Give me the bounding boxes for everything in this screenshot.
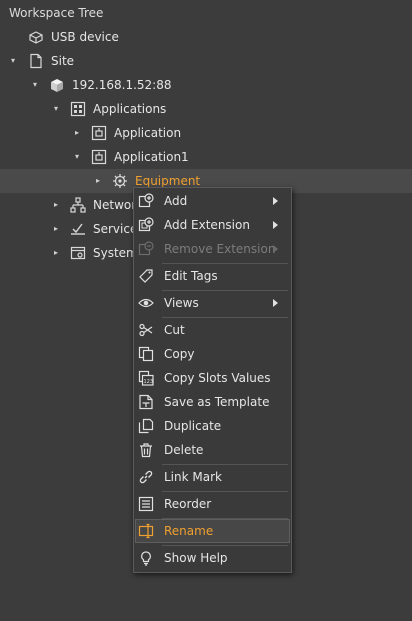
network-icon [70, 197, 86, 213]
system-icon [70, 246, 86, 260]
menu-label-cut: Cut [164, 323, 185, 337]
add-extension-icon [138, 217, 154, 232]
tree-label-application: Application [114, 126, 182, 140]
expanded-caret-icon[interactable]: ▾ [52, 105, 60, 113]
tree-item-host[interactable]: ▾ 192.168.1.52:88 [0, 73, 412, 97]
menu-item-save-as-template[interactable]: Save as Template [135, 390, 290, 414]
menu-label-add: Add [164, 194, 188, 208]
menu-item-rename[interactable]: Rename [135, 519, 290, 543]
menu-item-reorder[interactable]: Reorder [135, 492, 290, 516]
menu-item-remove-extension: Remove Extension [135, 237, 290, 261]
submenu-arrow-icon [273, 245, 278, 253]
menu-label-save-as-template: Save as Template [164, 395, 270, 409]
menu-item-copy-slots-values[interactable]: 123 Copy Slots Values [135, 366, 290, 390]
tree-item-site[interactable]: ▾ Site [0, 49, 412, 73]
file-icon [30, 53, 42, 69]
tree-label-usb-device: USB device [51, 30, 119, 44]
menu-item-show-help[interactable]: Show Help [135, 546, 290, 570]
tag-icon [139, 269, 153, 283]
duplicate-icon [138, 418, 154, 434]
reorder-icon [138, 496, 154, 512]
menu-label-link-mark: Link Mark [164, 470, 222, 484]
rename-icon [138, 523, 154, 539]
menu-label-duplicate: Duplicate [164, 419, 222, 433]
menu-label-delete: Delete [164, 443, 204, 457]
copy-values-icon: 123 [138, 370, 154, 386]
menu-label-reorder: Reorder [164, 497, 212, 511]
usb-device-icon [29, 31, 43, 44]
menu-item-edit-tags[interactable]: Edit Tags [135, 264, 290, 288]
menu-item-add[interactable]: Add [135, 189, 290, 213]
menu-label-add-extension: Add Extension [164, 218, 250, 232]
menu-item-delete[interactable]: Delete [135, 438, 290, 462]
expanded-caret-icon[interactable]: ▾ [73, 153, 81, 161]
eye-icon [138, 298, 154, 308]
submenu-arrow-icon [273, 197, 278, 205]
tree-item-application[interactable]: ▸ Application [0, 121, 412, 145]
collapsed-caret-icon[interactable]: ▸ [73, 129, 81, 137]
collapsed-caret-icon[interactable]: ▸ [52, 249, 60, 257]
menu-item-cut[interactable]: Cut [135, 318, 290, 342]
expanded-caret-icon[interactable]: ▾ [9, 57, 17, 65]
tree-label-applications: Applications [93, 102, 167, 116]
collapsed-caret-icon[interactable]: ▸ [52, 225, 60, 233]
menu-label-rename: Rename [164, 524, 214, 538]
panel-title: Workspace Tree [9, 6, 104, 20]
services-icon [71, 223, 85, 235]
menu-label-show-help: Show Help [164, 551, 228, 565]
scissors-icon [139, 323, 153, 337]
application-icon [91, 125, 107, 141]
menu-label-remove-extension: Remove Extension [164, 242, 276, 256]
copy-icon [138, 346, 154, 362]
application-icon [91, 149, 107, 165]
menu-item-views[interactable]: Views [135, 291, 290, 315]
svg-text:123: 123 [144, 379, 154, 385]
submenu-arrow-icon [273, 221, 278, 229]
equipment-gear-icon [113, 174, 127, 188]
menu-item-add-extension[interactable]: Add Extension [135, 213, 290, 237]
lightbulb-icon [141, 551, 151, 566]
menu-label-edit-tags: Edit Tags [164, 269, 218, 283]
menu-item-copy[interactable]: Copy [135, 342, 290, 366]
expanded-caret-icon[interactable]: ▾ [31, 81, 39, 89]
tree-item-usb-device[interactable]: USB device [0, 25, 412, 49]
device-cube-icon [51, 79, 63, 92]
tree-label-system: System [93, 246, 138, 260]
menu-label-copy-slots-values: Copy Slots Values [164, 371, 271, 385]
template-icon [139, 394, 153, 410]
applications-grid-icon [70, 101, 86, 117]
link-icon [139, 470, 153, 484]
tree-item-applications[interactable]: ▾ Applications [0, 97, 412, 121]
menu-label-views: Views [164, 296, 199, 310]
trash-icon [140, 443, 152, 458]
add-icon [138, 193, 154, 208]
remove-extension-icon [138, 241, 154, 256]
menu-item-duplicate[interactable]: Duplicate [135, 414, 290, 438]
collapsed-caret-icon[interactable]: ▸ [52, 201, 60, 209]
tree-label-application1: Application1 [114, 150, 189, 164]
tree-item-application1[interactable]: ▾ Application1 [0, 145, 412, 169]
submenu-arrow-icon [273, 299, 278, 307]
collapsed-caret-icon[interactable]: ▸ [94, 177, 102, 185]
menu-item-link-mark[interactable]: Link Mark [135, 465, 290, 489]
tree-label-host: 192.168.1.52:88 [72, 78, 172, 92]
tree-label-site: Site [51, 54, 75, 68]
context-menu: Add Add Extension Remove Extension Edit … [133, 187, 292, 573]
tree-label-equipment: Equipment [135, 174, 201, 188]
menu-label-copy: Copy [164, 347, 195, 361]
